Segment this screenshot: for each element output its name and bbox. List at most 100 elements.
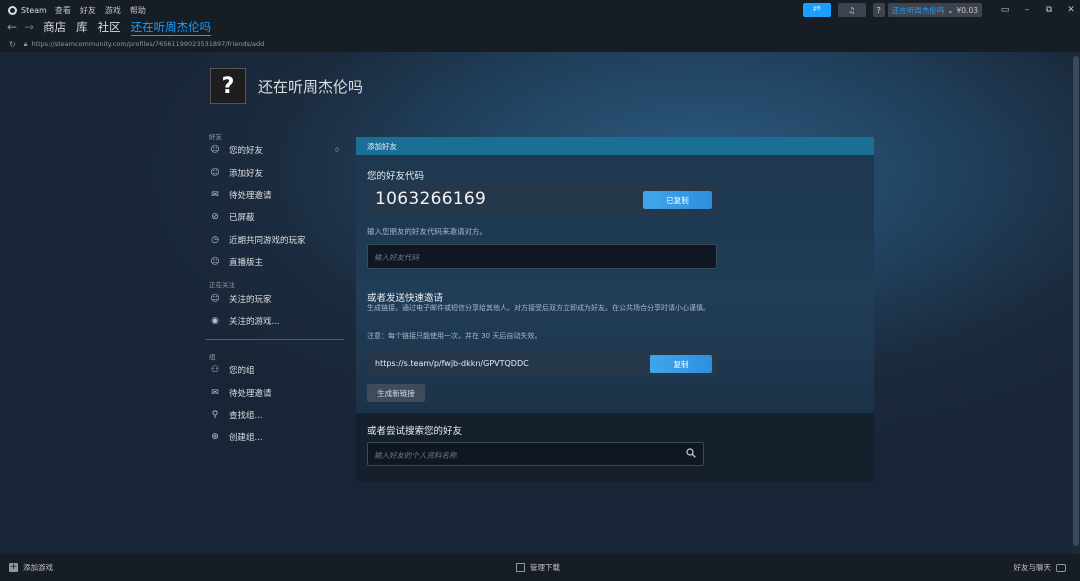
tab-community[interactable]: 社区: [98, 19, 121, 36]
sidebar-heading-groups: 组: [209, 353, 216, 362]
sidebar-heading-friends: 好友: [209, 133, 222, 141]
sidebar-item-label: 待处理邀请: [229, 190, 272, 201]
plus-icon: +: [9, 562, 18, 572]
tab-store[interactable]: 商店: [43, 19, 66, 36]
profile-header: ? 还在听周杰伦吗: [210, 68, 363, 104]
friend-code-hint: 输入您朋友的好友代码来邀请对方。: [367, 227, 487, 236]
sidebar-divider: [206, 339, 344, 341]
tab-library[interactable]: 库: [76, 19, 88, 36]
profile-name[interactable]: 还在听周杰伦吗: [258, 76, 363, 97]
announcements-button[interactable]: 🕫︎: [802, 3, 831, 17]
friends-sidebar: 好友 ☺ 您的好友 0 ☺ 添加好友 ✉ 待处理邀请 ⊘ 已屏蔽 ◷ 近期共同游…: [203, 128, 347, 449]
invite-link-value[interactable]: https://s.team/p/fwjb-dkkn/GPVTQDDC: [375, 359, 529, 368]
sidebar-item-find-groups[interactable]: ⚲ 查找组...: [203, 404, 347, 426]
menu-help[interactable]: 帮助: [130, 5, 146, 16]
menu-view[interactable]: 查看: [55, 5, 71, 16]
copied-button[interactable]: 已复制: [643, 191, 712, 209]
copy-link-button[interactable]: 复制: [650, 355, 712, 373]
help-button[interactable]: ?: [872, 3, 885, 17]
panel-header: 添加好友: [356, 137, 874, 155]
sidebar-item-label: 添加好友: [229, 168, 264, 179]
sidebar-item-broadcast-moderators[interactable]: ☺ 直播版主: [203, 251, 347, 273]
friend-code-box: 1063266169 已复制: [367, 184, 717, 216]
sidebar-item-group-invites[interactable]: ✉ 待处理邀请: [203, 382, 347, 404]
scrollbar-thumb[interactable]: [1073, 56, 1079, 546]
copied-button-label: 已复制: [666, 195, 689, 205]
tab-profile[interactable]: 还在听周杰伦吗: [130, 19, 212, 36]
megaphone-icon: 🕫︎: [812, 4, 821, 13]
steam-menu[interactable]: Steam: [8, 5, 47, 15]
invite-link-box: https://s.team/p/fwjb-dkkn/GPVTQDDC 复制: [367, 352, 717, 376]
add-person-icon: ☺: [210, 167, 220, 178]
manage-downloads-label: 管理下载: [530, 563, 560, 572]
followed-players-icon: ☺: [210, 293, 220, 304]
bottom-bar: + 添加游戏 管理下载 好友与聊天: [0, 554, 1080, 581]
friend-count: 0: [335, 146, 339, 154]
reload-icon[interactable]: ↻: [9, 40, 16, 49]
menu-friends[interactable]: 好友: [80, 5, 96, 16]
sidebar-item-label: 创建组...: [229, 433, 263, 444]
top-menu: 查看 好友 游戏 帮助: [55, 5, 155, 16]
sidebar-item-label: 近期共同游戏的玩家: [229, 235, 306, 246]
generate-link-button[interactable]: 生成新链接: [367, 384, 425, 402]
plus-circle-icon: ⊕: [211, 432, 219, 443]
sidebar-item-your-friends[interactable]: ☺ 您的好友 0: [203, 139, 347, 161]
generate-link-button-label: 生成新链接: [377, 388, 415, 398]
friend-search-placeholder: 输入好友的个人资料名称: [374, 451, 457, 460]
bell-icon: ♫: [848, 5, 856, 15]
friends-chat-button[interactable]: 好友与聊天: [1013, 562, 1066, 573]
quick-invite-description: 生成链接，通过电子邮件或短信分享给其他人。对方接受后双方立即成为好友。在公共场合…: [367, 304, 710, 312]
download-icon: [516, 563, 525, 572]
manage-downloads-button[interactable]: 管理下载: [516, 562, 560, 573]
search-friends-title: 或者尝试搜索您的好友: [367, 426, 463, 437]
help-icon: ?: [876, 5, 881, 15]
sidebar-item-followed-players[interactable]: ☺ 关注的玩家: [203, 287, 347, 309]
restore-icon[interactable]: ⧉: [1040, 5, 1058, 15]
envelope-icon: ✉: [211, 387, 219, 398]
back-arrow-icon[interactable]: ←: [7, 20, 17, 34]
scrollbar-track[interactable]: [1072, 52, 1080, 554]
close-icon[interactable]: ✕: [1062, 5, 1080, 15]
friend-code-value[interactable]: 1063266169: [375, 189, 486, 209]
sidebar-item-label: 待处理邀请: [229, 388, 272, 399]
minimize-icon[interactable]: –: [1018, 5, 1036, 15]
search-icon[interactable]: [686, 448, 696, 458]
friends-chat-label: 好友与聊天: [1013, 563, 1052, 572]
sidebar-item-label: 关注的游戏...: [229, 316, 280, 327]
sidebar-item-create-group[interactable]: ⊕ 创建组...: [203, 426, 347, 448]
friend-code-input[interactable]: 输入好友代码: [367, 244, 717, 269]
forward-arrow-icon[interactable]: →: [24, 20, 34, 34]
nav-tabs: 商店 库 社区 还在听周杰伦吗: [43, 19, 221, 36]
friend-search-input[interactable]: 输入好友的个人资料名称: [367, 442, 704, 466]
sidebar-item-your-groups[interactable]: ⚇ 您的组: [203, 359, 347, 381]
add-friend-panel: 添加好友 您的好友代码 1063266169 已复制 输入您朋友的好友代码来邀请…: [356, 137, 874, 482]
sidebar-item-recently-played[interactable]: ◷ 近期共同游戏的玩家: [203, 229, 347, 251]
sidebar-item-add-friend[interactable]: ☺ 添加好友: [203, 161, 347, 183]
sidebar-item-followed-games[interactable]: ◉ 关注的游戏...: [203, 310, 347, 332]
lock-icon: 🔒︎: [23, 39, 28, 48]
sidebar-item-blocked[interactable]: ⊘ 已屏蔽: [203, 206, 347, 228]
sidebar-item-label: 关注的玩家: [229, 294, 272, 305]
magnifier-icon: ⚲: [211, 410, 219, 421]
titlebar-right: 🕫︎ ♫ ? 还在听周杰伦吗 ⌄ ¥0.03 ▭ – ⧉ ✕: [802, 0, 1080, 20]
history-arrows: ← →: [7, 20, 41, 34]
search-friends-section: 或者尝试搜索您的好友 输入好友的个人资料名称: [356, 413, 874, 482]
title-bar: Steam 查看 好友 游戏 帮助 🕫︎ ♫ ? 还在听周杰伦吗 ⌄ ¥0.03…: [0, 0, 1080, 20]
big-picture-icon[interactable]: ▭: [996, 5, 1014, 15]
avatar[interactable]: ?: [210, 68, 246, 104]
copy-link-button-label: 复制: [673, 359, 689, 369]
nav-row: ← → 商店 库 社区 还在听周杰伦吗: [0, 18, 1080, 36]
sidebar-heading-following: 正在关注: [209, 281, 235, 290]
groups-icon: ⚇: [210, 365, 220, 376]
sidebar-item-pending-invites[interactable]: ✉ 待处理邀请: [203, 184, 347, 206]
menu-games[interactable]: 游戏: [105, 5, 121, 16]
add-game-button[interactable]: + 添加游戏: [9, 562, 53, 573]
sidebar-item-label: 查找组...: [229, 411, 263, 422]
url-text[interactable]: https://steamcommunity.com/profiles/7656…: [31, 40, 264, 48]
notifications-button[interactable]: ♫: [837, 3, 866, 17]
sidebar-item-label: 您的组: [229, 366, 255, 377]
account-menu[interactable]: 还在听周杰伦吗 ⌄ ¥0.03: [887, 3, 982, 17]
clock-icon: ◷: [211, 234, 219, 245]
url-bar: ↻ 🔒︎ https://steamcommunity.com/profiles…: [0, 36, 1080, 52]
chevron-down-icon: ⌄: [947, 5, 954, 15]
